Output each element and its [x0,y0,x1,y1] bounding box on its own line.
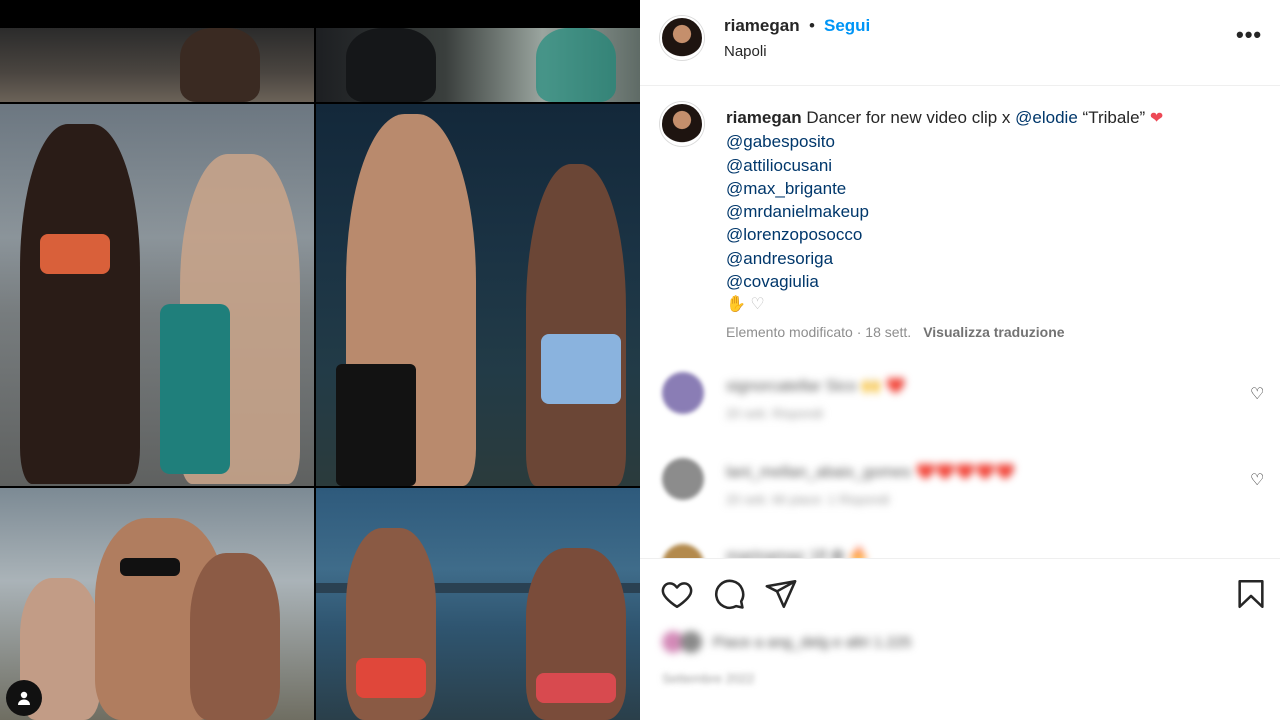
mention-link[interactable]: @max_brigante [726,177,1246,200]
paper-plane-icon[interactable] [764,577,798,611]
mention-link[interactable]: @mrdanielmakeup [726,200,1246,223]
post-media[interactable] [0,0,640,720]
comment-meta: 20 sett. Mi piace: 1 Rispondi [726,492,890,507]
photo-tile [316,28,640,102]
raised-hand-emoji-icon: ✋ [726,296,746,314]
action-bar: Piace a ang_delg e altri 1.225 Settembre… [640,558,1280,720]
comment-like-icon[interactable]: ♡ [1250,384,1264,404]
more-options-icon[interactable]: ••• [1236,22,1262,48]
follow-button[interactable]: Segui [824,16,870,36]
photo-tile [0,28,314,102]
comment-text: marinamaz 1fl ✿ 🔥 [726,548,869,558]
caption-username[interactable]: riamegan [726,108,802,127]
red-heart-emoji-icon: ❤ [1149,110,1164,127]
photo-tile [0,488,314,720]
comment-text: lani_mellan_abaix_gomes ❤️❤️❤️❤️❤️ [726,464,1016,481]
comment-item: marinamaz 1fl ✿ 🔥 [640,542,1280,558]
likes-summary[interactable]: Piace a ang_delg e altri 1.225 [662,631,982,661]
white-heart-emoji-icon: ♡ [750,296,765,314]
comments-section: riamegan Dancer for new video clip x @el… [640,86,1280,558]
location-link[interactable]: Napoli [724,43,767,60]
mention-link[interactable]: @gabesposito [726,130,1246,153]
heart-outline-icon[interactable] [660,577,694,611]
post-date: Settembre 2022 [662,671,755,686]
comment-text: signorcatellar Sico 🙌 ❤️ [726,378,906,395]
comment-avatar[interactable] [662,458,704,500]
caption-body: Dancer for new video clip x [806,108,1011,127]
mention-link[interactable]: @lorenzoposocco [726,223,1246,246]
tagged-users-icon[interactable] [6,680,42,716]
comment-avatar[interactable] [662,372,704,414]
comment-like-icon[interactable]: ♡ [1250,470,1264,490]
separator-dot: • [809,16,815,35]
comment-meta: 20 sett. Rispondi [726,406,823,421]
translate-link[interactable]: Visualizza traduzione [923,324,1064,340]
edited-timestamp: Elemento modificato · 18 sett. [726,324,912,340]
comment-icon[interactable] [712,577,746,611]
photo-tile [316,488,640,720]
mention-link[interactable]: @elodie [1015,108,1078,127]
caption-title: “Tribale” [1082,108,1146,127]
post-header: riamegan • Segui Napoli ••• [640,0,1280,86]
mention-link[interactable]: @attiliocusani [726,154,1246,177]
avatar[interactable] [660,16,704,60]
comment-item: lani_mellan_abaix_gomes ❤️❤️❤️❤️❤️ 20 se… [640,454,1280,534]
caption-avatar[interactable] [660,102,704,146]
username-link[interactable]: riamegan [724,16,800,36]
photo-tile [0,104,314,486]
post-panel: riamegan • Segui Napoli ••• riamegan Dan… [640,0,1280,720]
comment-item: signorcatellar Sico 🙌 ❤️ 20 sett. Rispon… [640,368,1280,448]
bookmark-icon[interactable] [1234,577,1268,611]
photo-tile [316,104,640,486]
mention-link[interactable]: @andresoriga [726,247,1246,270]
mention-link[interactable]: @covagiulia [726,270,1246,293]
caption-meta: Elemento modificato · 18 sett. Visualizza… [726,324,1065,340]
emoji-row: ✋ ♡ [726,293,1246,317]
caption-text: riamegan Dancer for new video clip x @el… [726,106,1246,317]
comment-avatar[interactable] [662,544,704,558]
likes-text: Piace a ang_delg e altri 1.225 [712,633,912,651]
